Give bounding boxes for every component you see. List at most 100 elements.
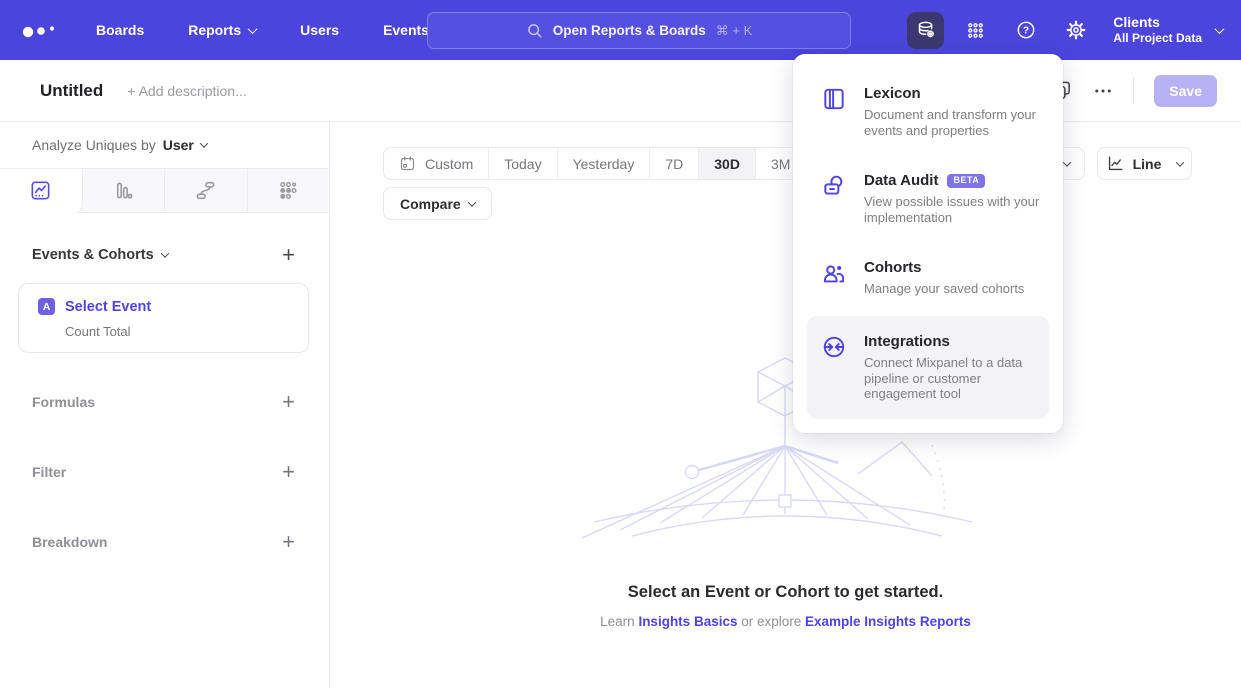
range-7d-label: 7D xyxy=(665,156,683,172)
compare-button[interactable]: Compare xyxy=(383,187,492,220)
tab-bar-chart[interactable] xyxy=(83,169,166,212)
lexicon-book-icon xyxy=(821,86,847,112)
chart-type-dropdown[interactable]: Line xyxy=(1097,147,1192,180)
formulas-label: Formulas xyxy=(32,394,95,410)
range-today-label: Today xyxy=(504,156,541,172)
insights-basics-link[interactable]: Insights Basics xyxy=(638,614,737,629)
events-cohorts-header: Events & Cohorts + xyxy=(0,237,329,273)
report-title[interactable]: Untitled xyxy=(40,81,103,101)
report-actions: Save xyxy=(1050,60,1217,121)
nav-events-label: Events xyxy=(383,22,429,38)
filter-label: Filter xyxy=(32,464,66,480)
data-audit-icon xyxy=(821,173,847,199)
range-yesterday-label: Yesterday xyxy=(573,156,635,172)
explore-text: or explore xyxy=(737,614,805,629)
primary-nav: Boards Reports Users Events xyxy=(96,22,429,38)
nav-boards-label: Boards xyxy=(96,22,144,38)
events-cohorts-label: Events & Cohorts xyxy=(32,247,154,263)
empty-state-subtitle: Learn Insights Basics or explore Example… xyxy=(330,614,1241,629)
event-letter-badge: A xyxy=(38,298,55,315)
event-card[interactable]: A Select Event Count Total xyxy=(18,283,309,353)
add-event-button[interactable]: + xyxy=(282,244,295,266)
nav-boards[interactable]: Boards xyxy=(96,22,144,38)
nav-users-label: Users xyxy=(300,22,339,38)
chart-type-tabs xyxy=(0,168,329,213)
calendar-icon xyxy=(399,155,416,172)
data-management-button[interactable] xyxy=(907,12,944,49)
cohorts-people-icon xyxy=(821,260,847,286)
project-selector[interactable]: Clients All Project Data xyxy=(1113,14,1223,47)
apps-grid-icon xyxy=(965,20,986,41)
global-search-input[interactable]: Open Reports & Boards ⌘ + K xyxy=(427,12,851,49)
project-scope: All Project Data xyxy=(1113,31,1202,46)
range-custom[interactable]: Custom xyxy=(384,148,489,179)
nav-reports[interactable]: Reports xyxy=(188,22,256,38)
menu-item-cohorts[interactable]: Cohorts Manage your saved cohorts xyxy=(793,242,1063,314)
tab-retention-grid[interactable] xyxy=(248,169,330,212)
integrations-title: Integrations xyxy=(864,333,950,350)
line-chart-icon xyxy=(1106,154,1125,173)
analyze-by-value: User xyxy=(163,137,194,153)
save-button[interactable]: Save xyxy=(1154,75,1217,107)
add-formula-button[interactable]: + xyxy=(282,391,295,413)
chart-main-area: Custom Today Yesterday 7D 30D 3M 6M Comp… xyxy=(330,122,1241,688)
mixpanel-logo-icon[interactable] xyxy=(22,12,58,48)
add-filter-button[interactable]: + xyxy=(282,461,295,483)
analyze-row: Analyze Uniques by User xyxy=(0,122,329,168)
learn-text: Learn xyxy=(600,614,638,629)
analyze-label: Analyze Uniques by xyxy=(32,137,156,153)
range-30d-label: 30D xyxy=(714,156,740,172)
add-breakdown-button[interactable]: + xyxy=(282,531,295,553)
nav-users[interactable]: Users xyxy=(300,22,339,38)
retention-grid-tab-icon xyxy=(277,179,300,202)
search-icon xyxy=(526,22,543,39)
logo-dots xyxy=(22,22,58,38)
beta-badge: BETA xyxy=(947,174,985,188)
search-shortcut: ⌘ + K xyxy=(716,23,753,39)
chevron-down-icon xyxy=(467,198,475,206)
count-total-dropdown[interactable]: Count Total xyxy=(65,324,292,339)
range-7d[interactable]: 7D xyxy=(650,148,699,179)
data-management-icon xyxy=(915,19,937,41)
range-today[interactable]: Today xyxy=(489,148,557,179)
integrations-description: Connect Mixpanel to a data pipeline or c… xyxy=(864,355,1035,402)
tab-flows[interactable] xyxy=(165,169,248,212)
flows-tab-icon xyxy=(194,179,217,202)
data-audit-title: Data Audit xyxy=(864,172,938,189)
menu-item-integrations[interactable]: Integrations Connect Mixpanel to a data … xyxy=(807,316,1049,419)
breakdown-label: Breakdown xyxy=(32,534,107,550)
tab-insights-line[interactable] xyxy=(0,169,83,213)
example-reports-link[interactable]: Example Insights Reports xyxy=(805,614,971,629)
select-event-button[interactable]: Select Event xyxy=(65,299,151,315)
line-chart-tab-icon xyxy=(29,179,52,202)
lexicon-description: Document and transform your events and p… xyxy=(864,107,1040,138)
analyze-by-dropdown[interactable]: User xyxy=(163,137,207,153)
formulas-section: Formulas + xyxy=(0,385,329,419)
nav-reports-label: Reports xyxy=(188,22,241,38)
help-button[interactable]: ? xyxy=(1007,12,1044,49)
menu-item-lexicon[interactable]: Lexicon Document and transform your even… xyxy=(793,68,1063,155)
filter-section: Filter + xyxy=(0,455,329,489)
add-description-field[interactable]: + Add description... xyxy=(127,83,246,99)
chevron-down-icon xyxy=(160,249,168,257)
apps-grid-button[interactable] xyxy=(957,12,994,49)
chart-type-label: Line xyxy=(1133,156,1162,172)
chevron-down-icon xyxy=(248,24,258,34)
navbar-right-cluster: ? Clients All Projec xyxy=(907,0,1223,60)
range-custom-label: Custom xyxy=(425,156,473,172)
compare-label: Compare xyxy=(400,196,461,212)
events-cohorts-title[interactable]: Events & Cohorts xyxy=(32,247,168,263)
range-30d-selected[interactable]: 30D xyxy=(699,148,756,179)
top-navbar: Boards Reports Users Events Open Reports… xyxy=(0,0,1241,60)
menu-item-data-audit[interactable]: Data Audit BETA View possible issues wit… xyxy=(793,155,1063,242)
data-management-menu: Lexicon Document and transform your even… xyxy=(793,54,1063,433)
nav-events[interactable]: Events xyxy=(383,22,429,38)
project-name: Clients xyxy=(1113,14,1202,32)
chevron-down-icon xyxy=(1176,158,1184,166)
search-placeholder: Open Reports & Boards xyxy=(553,23,706,38)
range-yesterday[interactable]: Yesterday xyxy=(558,148,651,179)
more-ellipsis-icon[interactable] xyxy=(1093,81,1113,101)
settings-button[interactable] xyxy=(1057,12,1094,49)
lexicon-title: Lexicon xyxy=(864,85,921,102)
integrations-sync-icon xyxy=(821,334,847,360)
